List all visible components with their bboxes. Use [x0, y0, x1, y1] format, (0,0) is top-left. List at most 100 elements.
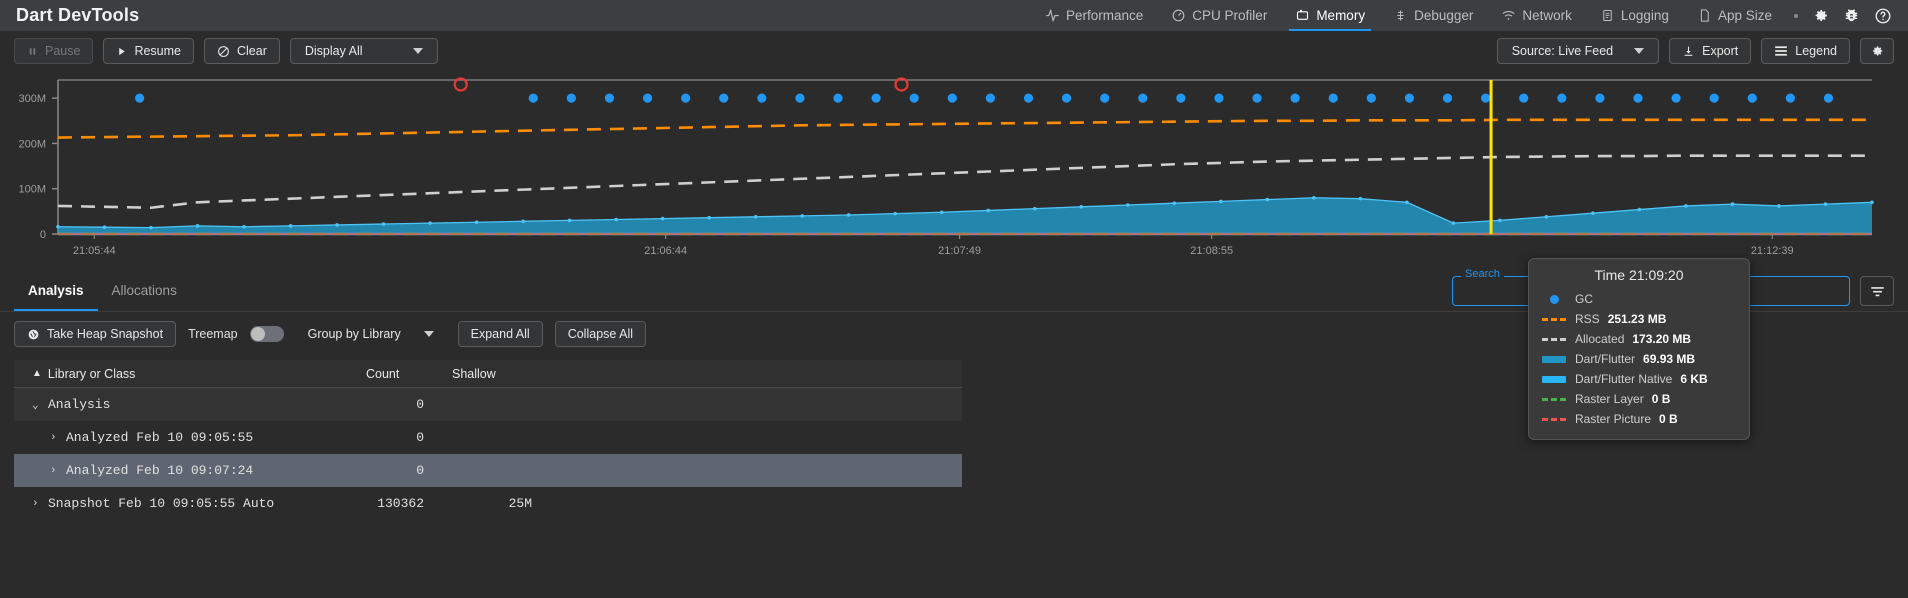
- tab-cpu-profiler[interactable]: CPU Profiler: [1157, 0, 1281, 31]
- cell-library-or-class: › Snapshot Feb 10 09:05:55 Auto: [14, 496, 366, 511]
- tab-memory[interactable]: Memory: [1281, 0, 1379, 31]
- analysis-tab-analysis[interactable]: Analysis: [14, 270, 98, 311]
- tab-label: CPU Profiler: [1192, 8, 1268, 23]
- column-header-shallow[interactable]: Shallow: [452, 367, 572, 381]
- bug-steps-icon: [1397, 10, 1404, 21]
- display-all-dropdown[interactable]: Display All: [289, 38, 438, 64]
- gear-icon: [1872, 46, 1883, 56]
- chevron-right-icon[interactable]: ›: [50, 432, 60, 444]
- tab-app-size[interactable]: App Size: [1683, 0, 1786, 31]
- memory-chart-toolbar: Pause Resume Clear Display All Source: L…: [0, 32, 1908, 70]
- wifi-icon: [1502, 11, 1515, 20]
- overflow-dot-icon[interactable]: [1794, 13, 1798, 18]
- legend-swatch: [1541, 317, 1567, 321]
- legend-list-icon: [1775, 46, 1788, 56]
- svg-text:0: 0: [40, 229, 46, 241]
- report-bug-icon[interactable]: [1843, 7, 1860, 24]
- legend-swatch: [1541, 375, 1567, 383]
- legend-entry-value: 0 B: [1651, 392, 1671, 406]
- row-name: Snapshot Feb 10 09:05:55 Auto: [48, 496, 275, 511]
- memory-chart-svg[interactable]: 0 100M 200M 300M 21:05:44 21:06:44 21:07:49 21:…: [0, 70, 1908, 270]
- export-button[interactable]: Export: [1669, 38, 1752, 64]
- legend-entry-value: 0 B: [1659, 412, 1678, 426]
- tab-label: Performance: [1066, 8, 1144, 23]
- legend-button[interactable]: Legend: [1761, 38, 1850, 64]
- column-header-label: Shallow: [452, 366, 496, 381]
- svg-text:300M: 300M: [18, 93, 46, 105]
- tooltip-row: RSS 251.23 MB: [1541, 309, 1737, 329]
- table-row[interactable]: › Snapshot Feb 10 09:05:55 Auto 130362 25M: [14, 487, 962, 520]
- table-row[interactable]: › Analyzed Feb 10 09:05:55 0: [14, 421, 962, 454]
- resume-button[interactable]: Resume: [103, 38, 194, 64]
- tooltip-row: Dart/Flutter Native 6 KB: [1541, 369, 1737, 389]
- resume-label: Resume: [134, 44, 181, 58]
- cell-count: 130362: [377, 496, 424, 511]
- cell-library-or-class: › Analyzed Feb 10 09:07:24: [14, 463, 366, 478]
- cell-library-or-class: ⌄ Analysis: [14, 397, 366, 412]
- download-icon: [1684, 46, 1693, 56]
- svg-text:21:12:39: 21:12:39: [1751, 245, 1794, 257]
- legend-entry-label: Dart/Flutter Native: [1575, 372, 1673, 386]
- source-dropdown[interactable]: Source: Live Feed: [1496, 38, 1660, 64]
- treemap-label: Treemap: [188, 327, 238, 341]
- display-all-label: Display All: [304, 44, 363, 58]
- table-row[interactable]: › Analyzed Feb 10 09:07:24 0: [14, 454, 962, 487]
- tab-logging[interactable]: Logging: [1586, 0, 1683, 31]
- help-icon[interactable]: [1874, 7, 1892, 25]
- cell-count: 0: [416, 397, 424, 412]
- tab-performance[interactable]: Performance: [1031, 0, 1157, 31]
- expand-all-button[interactable]: Expand All: [457, 321, 543, 347]
- column-header-label: Count: [366, 366, 400, 381]
- chart-hover-tooltip: Time 21:09:20 GC RSS 251.23 MB Allocated 173…: [1528, 258, 1750, 440]
- legend-entry-value: 6 KB: [1680, 372, 1708, 386]
- column-header-library-or-class[interactable]: ▲ Library or Class: [14, 367, 366, 381]
- row-name: Analyzed Feb 10 09:05:55: [66, 430, 254, 445]
- column-header-count[interactable]: Count: [366, 367, 452, 381]
- chevron-right-icon[interactable]: ›: [50, 465, 60, 477]
- pause-icon: [29, 47, 36, 55]
- legend-swatch: [1541, 397, 1567, 401]
- group-by-dropdown[interactable]: Group by Library: [296, 321, 446, 347]
- play-icon: [119, 47, 126, 55]
- collapse-all-button[interactable]: Collapse All: [554, 321, 647, 347]
- clear-button[interactable]: Clear: [204, 38, 280, 64]
- svg-text:21:07:49: 21:07:49: [938, 245, 981, 257]
- cell-count: 0: [416, 463, 424, 478]
- chart-settings-button[interactable]: [1860, 38, 1894, 64]
- tab-debugger[interactable]: Debugger: [1379, 0, 1487, 31]
- legend-entry-label: RSS: [1575, 312, 1600, 326]
- tab-label: Logging: [1620, 8, 1669, 23]
- cell-shallow: 25M: [508, 496, 532, 511]
- chevron-down-icon[interactable]: ⌄: [32, 398, 42, 412]
- tab-network[interactable]: Network: [1487, 0, 1586, 31]
- tooltip-row: Allocated 173.20 MB: [1541, 329, 1737, 349]
- tab-label: Memory: [1316, 8, 1366, 23]
- file-icon: [1700, 9, 1709, 22]
- tab-label: Network: [1522, 8, 1572, 23]
- take-heap-snapshot-button[interactable]: Take Heap Snapshot: [14, 321, 177, 347]
- pause-button[interactable]: Pause: [14, 38, 94, 64]
- row-name: Analysis: [48, 397, 111, 412]
- export-label: Export: [1702, 44, 1739, 58]
- analysis-tab-label: Analysis: [28, 283, 84, 298]
- speedometer-icon: [1172, 9, 1185, 22]
- collapse-all-label: Collapse All: [567, 327, 634, 341]
- sort-asc-icon: ▲: [32, 368, 42, 379]
- chevron-right-icon[interactable]: ›: [32, 498, 42, 510]
- top-bar: Dart DevTools Performance CPU Profiler Mem…: [0, 0, 1908, 32]
- legend-label: Legend: [1795, 44, 1837, 58]
- treemap-toggle[interactable]: [249, 326, 284, 342]
- clear-icon: [218, 45, 229, 57]
- app-title: Dart DevTools: [16, 5, 140, 25]
- legend-entry-value: 173.20 MB: [1632, 332, 1692, 346]
- tooltip-time: Time 21:09:20: [1594, 267, 1684, 283]
- filter-button[interactable]: [1860, 276, 1894, 306]
- analysis-tab-allocations[interactable]: Allocations: [98, 270, 191, 311]
- memory-chart[interactable]: 0 100M 200M 300M 21:05:44 21:06:44 21:07:49 21:…: [0, 70, 1908, 270]
- clipboard-icon: [1603, 10, 1612, 21]
- legend-swatch: [1541, 294, 1567, 304]
- table-header-row: ▲ Library or Class Count Shallow: [14, 360, 962, 388]
- table-row[interactable]: ⌄ Analysis 0: [14, 388, 962, 421]
- tooltip-row: GC: [1541, 289, 1737, 309]
- settings-gear-icon[interactable]: [1812, 7, 1829, 24]
